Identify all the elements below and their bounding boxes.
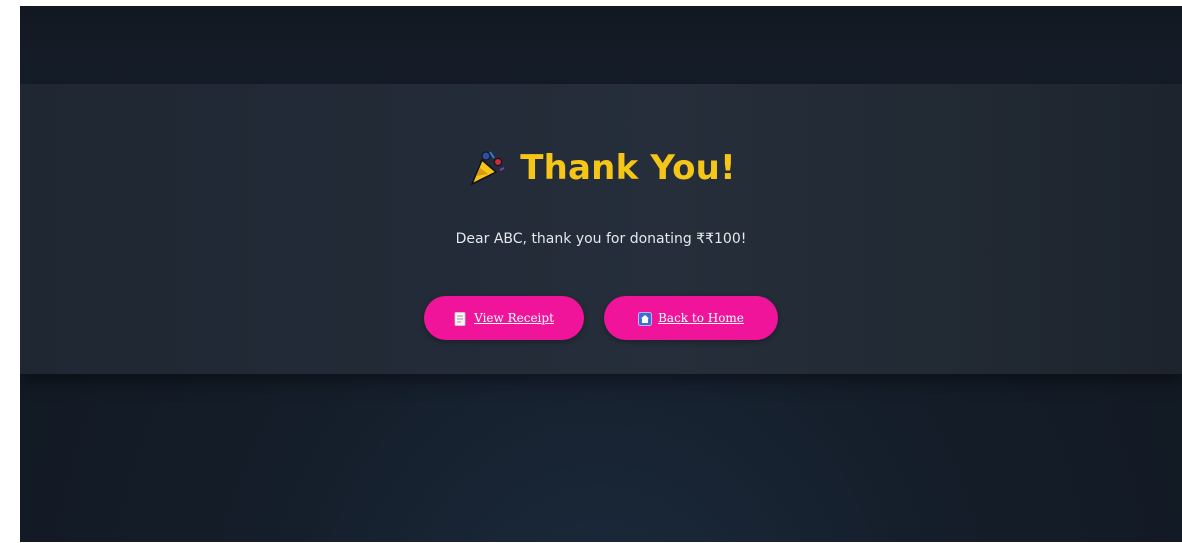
page-title: Thank You! [520, 148, 736, 188]
view-receipt-label[interactable]: View Receipt [474, 311, 554, 325]
page-background: Thank You! Dear ABC, thank you for donat… [20, 6, 1182, 542]
back-to-home-button[interactable]: Back to Home [604, 296, 778, 340]
action-buttons: View Receipt Back to Home [20, 296, 1182, 340]
party-popper-icon [466, 148, 506, 188]
view-receipt-button[interactable]: View Receipt [424, 296, 584, 340]
title-row: Thank You! [20, 148, 1182, 188]
home-icon [638, 311, 652, 326]
thank-you-card: Thank You! Dear ABC, thank you for donat… [20, 84, 1182, 374]
donation-message: Dear ABC, thank you for donating ₹₹100! [455, 231, 747, 247]
top-band [20, 6, 1182, 84]
thank-you-card-content: Thank You! Dear ABC, thank you for donat… [20, 84, 1182, 374]
back-to-home-label[interactable]: Back to Home [658, 311, 744, 325]
receipt-icon [454, 311, 466, 326]
